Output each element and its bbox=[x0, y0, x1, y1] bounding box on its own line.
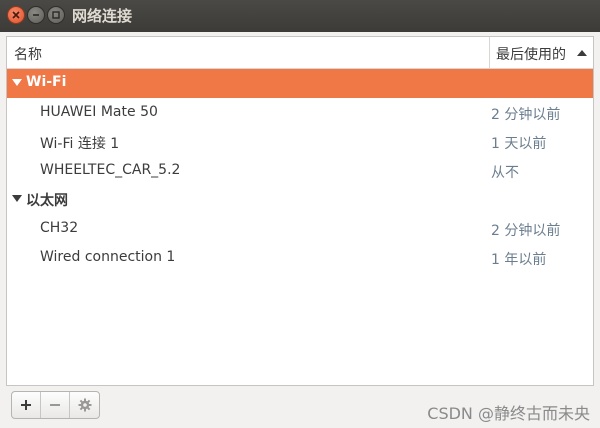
minimize-window-button[interactable] bbox=[27, 6, 45, 24]
column-divider[interactable] bbox=[489, 37, 490, 68]
last-used-column-header[interactable]: 最后使用的 bbox=[496, 44, 566, 64]
watermark: CSDN @静终古而未央 bbox=[427, 404, 590, 423]
edit-connection-button[interactable] bbox=[70, 392, 99, 418]
group-row-wifi[interactable]: Wi-Fi bbox=[7, 69, 593, 98]
plus-icon bbox=[21, 400, 31, 410]
connection-name: WHEELTEC_CAR_5.2 bbox=[40, 162, 181, 178]
group-label: Wi-Fi bbox=[26, 74, 67, 90]
connection-row[interactable]: CH32 2 分钟以前 bbox=[7, 214, 593, 243]
connection-name: Wi-Fi 连接 1 bbox=[40, 136, 120, 152]
connection-name: HUAWEI Mate 50 bbox=[40, 104, 158, 120]
minimize-icon bbox=[33, 14, 39, 16]
connection-row[interactable]: HUAWEI Mate 50 2 分钟以前 bbox=[7, 98, 593, 127]
group-row-ethernet[interactable]: 以太网 bbox=[7, 185, 593, 214]
add-connection-button[interactable] bbox=[12, 392, 41, 418]
connections-tree[interactable]: 名称 最后使用的 Wi-Fi HUAWEI Mate 50 2 分钟以前 Wi-… bbox=[6, 36, 594, 386]
minus-icon bbox=[50, 404, 60, 406]
connection-row[interactable]: Wired connection 1 1 年以前 bbox=[7, 243, 593, 272]
connection-actions bbox=[11, 391, 100, 419]
connection-last-used: 2 分钟以前 bbox=[491, 223, 561, 239]
group-label: 以太网 bbox=[26, 193, 68, 209]
connection-last-used: 1 年以前 bbox=[491, 252, 547, 268]
title-bar[interactable]: 网络连接 bbox=[0, 0, 600, 32]
connection-last-used: 1 天以前 bbox=[491, 136, 547, 152]
remove-connection-button[interactable] bbox=[41, 392, 70, 418]
close-icon bbox=[12, 11, 20, 19]
sort-ascending-icon[interactable] bbox=[577, 50, 587, 56]
connection-last-used: 2 分钟以前 bbox=[491, 107, 561, 123]
connection-last-used: 从不 bbox=[491, 165, 519, 181]
connection-name: CH32 bbox=[40, 220, 79, 236]
connection-row[interactable]: WHEELTEC_CAR_5.2 从不 bbox=[7, 156, 593, 185]
maximize-icon bbox=[52, 11, 60, 19]
expander-down-icon[interactable] bbox=[12, 195, 22, 202]
name-column-header[interactable]: 名称 bbox=[14, 44, 42, 64]
window-title: 网络连接 bbox=[72, 7, 133, 25]
connection-name: Wired connection 1 bbox=[40, 249, 176, 265]
gear-icon bbox=[78, 398, 91, 412]
connection-row[interactable]: Wi-Fi 连接 1 1 天以前 bbox=[7, 127, 593, 156]
maximize-window-button[interactable] bbox=[47, 6, 65, 24]
network-connections-window: 网络连接 名称 最后使用的 Wi-Fi HUAWEI Mate 50 2 分钟以… bbox=[0, 0, 600, 428]
expander-down-icon[interactable] bbox=[12, 79, 22, 86]
column-header: 名称 最后使用的 bbox=[7, 37, 593, 69]
close-window-button[interactable] bbox=[7, 6, 25, 24]
